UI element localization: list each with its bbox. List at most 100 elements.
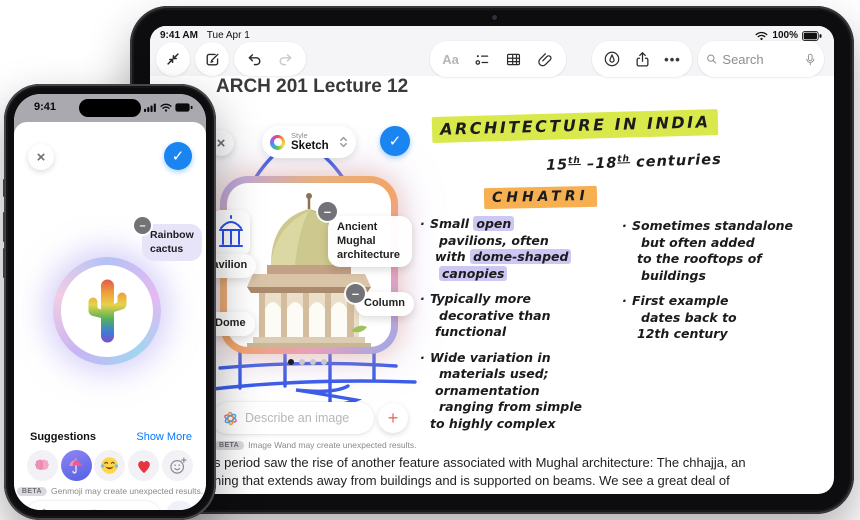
result-page-dots[interactable] [288, 359, 327, 365]
genmoji-beta-note: BETA Genmoji may create unexpected resul… [16, 486, 203, 496]
text-segment: pavilions, often [439, 232, 549, 248]
collapse-toolbar-button[interactable] [156, 42, 190, 76]
bullet-line: with dome-shaped [435, 249, 572, 266]
remove-tag-button[interactable]: – [134, 217, 151, 234]
text-segment: 15 [545, 157, 569, 174]
tag-ancient-mughal-architecture[interactable]: Ancient Mughal architecture [328, 216, 412, 268]
beta-text: Image Wand may create unexpected results… [248, 440, 417, 450]
beta-badge: BETA [16, 486, 47, 496]
text-segment: buildings [641, 267, 706, 283]
page-dot[interactable] [299, 359, 305, 365]
person-icon [173, 508, 188, 511]
text-segment: Typically more [430, 291, 532, 306]
bullet-line: First example [632, 293, 737, 310]
bullet-line: functional [435, 324, 550, 341]
attachment-icon[interactable] [534, 48, 556, 70]
wifi-icon [160, 103, 172, 112]
bullet-dot: · [420, 216, 425, 231]
bullet-line: to highly complex [430, 416, 582, 433]
suggestion-laughing-emoji[interactable] [94, 450, 126, 481]
apple-intelligence-icon [224, 411, 237, 425]
text-segment: to highly complex [430, 415, 556, 431]
remove-tag-button[interactable]: – [346, 284, 365, 303]
bullet-dot: · [622, 293, 627, 308]
text-segment: dates back to [641, 309, 737, 325]
tag-rainbow-cactus[interactable]: Rainbow cactus [142, 224, 202, 262]
handwritten-bullet: · Small open pavilions, often with dome-sha… [420, 216, 626, 282]
green-highlight: ARCHITECTURE IN INDIA [431, 109, 719, 143]
people-genmoji-button[interactable] [166, 501, 194, 510]
page-dot[interactable] [321, 359, 327, 365]
search-field[interactable] [698, 41, 824, 77]
page-dot[interactable] [288, 359, 294, 365]
suggestions-label: Suggestions [30, 431, 97, 443]
add-image-button[interactable]: + [378, 403, 408, 433]
image-wand-confirm-button[interactable]: ✓ [380, 126, 410, 156]
original-sketch-thumbnail[interactable] [212, 210, 250, 256]
chevron-up-down-icon [340, 136, 347, 148]
orange-highlight: CHHATRI [483, 185, 597, 210]
checklist-button[interactable] [471, 48, 493, 70]
text-segment: 12th century [637, 326, 728, 341]
remove-tag-button[interactable]: – [318, 202, 337, 221]
front-camera [492, 15, 497, 20]
bullet-dot: · [420, 349, 425, 365]
style-picker[interactable]: Style Sketch [262, 126, 356, 158]
undo-button[interactable] [243, 48, 265, 70]
handwritten-heading: ARCHITECTURE IN INDIA [431, 109, 719, 143]
compose-icon [201, 48, 223, 70]
text-format-button[interactable]: Aa [440, 48, 462, 70]
wifi-icon [755, 31, 768, 40]
more-options-button[interactable]: ••• [662, 48, 684, 70]
dictation-mic-icon[interactable] [805, 52, 816, 67]
text-segment: ornamentation [435, 382, 540, 398]
redo-button[interactable] [275, 48, 297, 70]
genmoji-sheet: × ✓ – Rainbow cactus Suggestions Show Mo… [14, 122, 206, 510]
handwritten-subheading: 15th –18th centuries [546, 151, 722, 174]
beta-badge: BETA [214, 440, 245, 450]
text-segment: to the rooftops of [637, 251, 762, 266]
markup-pen-icon[interactable] [601, 48, 623, 70]
page-dot[interactable] [310, 359, 316, 365]
handwritten-bullets-right: · Sometimes standalone but often added to t… [622, 218, 834, 352]
bullet-line: pavilions, often [439, 233, 571, 250]
share-icon[interactable] [631, 48, 653, 70]
genmoji-prompt-field[interactable] [26, 501, 160, 510]
image-wand-beta-note: BETA Image Wand may create unexpected re… [214, 440, 417, 450]
style-label: Style [291, 130, 308, 140]
ipad-time: 9:41 AM [160, 30, 198, 41]
handwritten-bullet: · Wide variation in materials used; ornamen… [420, 350, 626, 433]
suggestion-brain-emoji[interactable] [26, 450, 58, 481]
bullet-line: to the rooftops of [637, 251, 793, 268]
image-wand-prompt-input[interactable] [245, 411, 364, 425]
text-segment: th [617, 154, 631, 165]
suggestion-new-genmoji-emoji[interactable] [162, 450, 194, 481]
show-more-link[interactable]: Show More [136, 431, 192, 443]
bullet-line: Typically more [430, 291, 550, 308]
phone-time: 9:41 [34, 101, 57, 113]
phone-status-icons [144, 103, 193, 112]
suggestion-umbrella-emoji[interactable] [60, 450, 92, 481]
table-button[interactable] [503, 48, 525, 70]
undo-redo-group [234, 42, 306, 76]
bullet-line: Sometimes standalone [632, 218, 793, 235]
bullet-line: materials used; [439, 366, 582, 383]
bullet-line: ornamentation [435, 383, 582, 400]
genmoji-close-button[interactable]: × [28, 144, 54, 170]
bullet-line: canopies [439, 265, 571, 283]
text-segment: but often added [641, 234, 755, 250]
suggestion-heart-emoji[interactable] [128, 450, 160, 481]
image-wand-prompt-field[interactable] [212, 402, 374, 434]
genmoji-prompt-input[interactable] [59, 508, 150, 510]
rainbow-cactus-genmoji[interactable] [80, 278, 134, 344]
battery-percent: 100% [772, 30, 798, 41]
compose-note-button[interactable] [195, 42, 229, 76]
bullet-line: decorative than [439, 308, 550, 325]
volume-up-button [3, 212, 5, 242]
genmoji-confirm-button[interactable]: ✓ [164, 142, 192, 170]
text-segment: with [435, 249, 471, 264]
paragraph-line: s period saw the rise of another feature… [214, 455, 746, 470]
search-input[interactable] [722, 51, 801, 67]
search-icon [707, 54, 717, 64]
emoji-suggestions-row [24, 450, 196, 481]
